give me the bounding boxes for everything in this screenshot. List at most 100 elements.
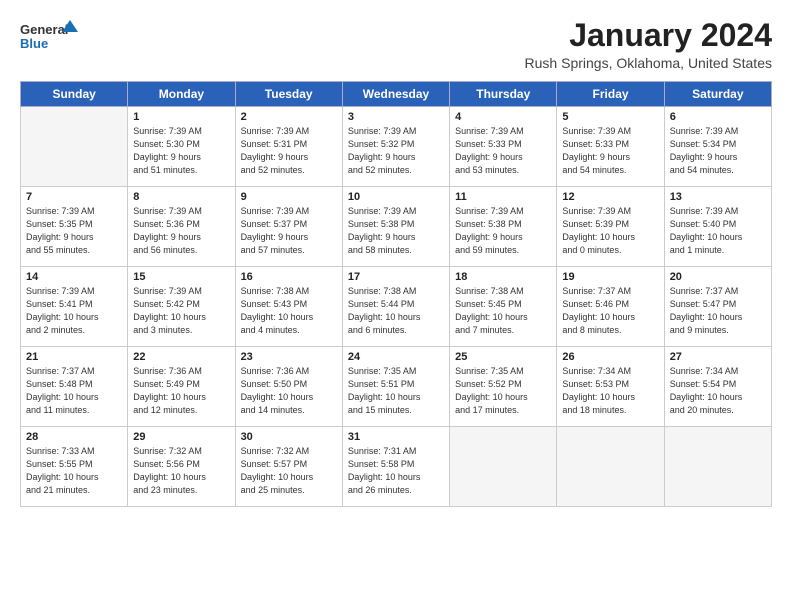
calendar-cell [664,427,771,507]
calendar-cell: 19Sunrise: 7:37 AMSunset: 5:46 PMDayligh… [557,267,664,347]
day-number: 1 [133,111,229,123]
calendar-cell: 25 Sunrise: 7:35 AMSunset: 5:52 PMDayligh… [450,347,557,427]
calendar-cell: 17Sunrise: 7:38 AMSunset: 5:44 PMDayligh… [342,267,449,347]
day-info: Sunrise: 7:32 AMSunset: 5:57 PMDaylight:… [241,445,337,497]
day-number: 17 [348,271,444,283]
calendar-cell: 16Sunrise: 7:38 AMSunset: 5:43 PMDayligh… [235,267,342,347]
day-info: Sunrise: 7:37 AMSunset: 5:48 PMDaylight:… [26,365,122,417]
day-number: 13 [670,191,766,203]
col-friday: Friday [557,82,664,107]
day-info: Sunrise: 7:35 AMSunset: 5:52 PMDaylight:… [455,365,551,417]
day-number: 5 [562,111,658,123]
day-info: Sunrise: 7:34 AMSunset: 5:54 PMDaylight:… [670,365,766,417]
calendar-cell: 4 Sunrise: 7:39 AMSunset: 5:33 PMDaylight… [450,107,557,187]
week-row-3: 14 Sunrise: 7:39 AMSunset: 5:41 PMDayligh… [21,267,772,347]
day-number: 2 [241,111,337,123]
col-sunday: Sunday [21,82,128,107]
col-saturday: Saturday [664,82,771,107]
day-info: Sunrise: 7:39 AMSunset: 5:34 PMDaylight:… [670,125,766,177]
day-number: 10 [348,191,444,203]
day-number: 29 [133,431,229,443]
day-number: 11 [455,191,551,203]
calendar-cell: 14 Sunrise: 7:39 AMSunset: 5:41 PMDayligh… [21,267,128,347]
day-info: Sunrise: 7:39 AMSunset: 5:30 PMDaylight:… [133,125,229,177]
calendar-cell: 23Sunrise: 7:36 AMSunset: 5:50 PMDayligh… [235,347,342,427]
day-info: Sunrise: 7:39 AMSunset: 5:33 PMDaylight:… [455,125,551,177]
day-info: Sunrise: 7:39 AMSunset: 5:35 PMDaylight:… [26,205,122,257]
col-thursday: Thursday [450,82,557,107]
calendar-cell [450,427,557,507]
day-info: Sunrise: 7:36 AMSunset: 5:49 PMDaylight:… [133,365,229,417]
day-info: Sunrise: 7:32 AMSunset: 5:56 PMDaylight:… [133,445,229,497]
calendar-cell [557,427,664,507]
calendar-cell: 1 Sunrise: 7:39 AMSunset: 5:30 PMDaylight… [128,107,235,187]
week-row-1: 1 Sunrise: 7:39 AMSunset: 5:30 PMDaylight… [21,107,772,187]
day-number: 8 [133,191,229,203]
calendar-cell: 2 Sunrise: 7:39 AMSunset: 5:31 PMDaylight… [235,107,342,187]
day-number: 16 [241,271,337,283]
day-info: Sunrise: 7:39 AMSunset: 5:38 PMDaylight:… [455,205,551,257]
day-info: Sunrise: 7:31 AMSunset: 5:58 PMDaylight:… [348,445,444,497]
title-block: January 2024 Rush Springs, Oklahoma, Uni… [525,18,772,71]
calendar-cell: 28 Sunrise: 7:33 AMSunset: 5:55 PMDayligh… [21,427,128,507]
calendar-cell: 5 Sunrise: 7:39 AMSunset: 5:33 PMDaylight… [557,107,664,187]
calendar-cell: 3Sunrise: 7:39 AMSunset: 5:32 PMDaylight… [342,107,449,187]
calendar-cell: 6 Sunrise: 7:39 AMSunset: 5:34 PMDaylight… [664,107,771,187]
day-number: 24 [348,351,444,363]
calendar-cell: 15Sunrise: 7:39 AMSunset: 5:42 PMDayligh… [128,267,235,347]
calendar-table: Sunday Monday Tuesday Wednesday Thursday… [20,81,772,507]
calendar-cell: 12 Sunrise: 7:39 AMSunset: 5:39 PMDayligh… [557,187,664,267]
svg-text:General: General [20,22,68,37]
week-row-4: 21 Sunrise: 7:37 AMSunset: 5:48 PMDayligh… [21,347,772,427]
day-number: 22 [133,351,229,363]
day-info: Sunrise: 7:39 AMSunset: 5:32 PMDaylight:… [348,125,444,177]
day-number: 25 [455,351,551,363]
day-info: Sunrise: 7:35 AMSunset: 5:51 PMDaylight:… [348,365,444,417]
day-info: Sunrise: 7:39 AMSunset: 5:38 PMDaylight:… [348,205,444,257]
calendar-cell: 27Sunrise: 7:34 AMSunset: 5:54 PMDayligh… [664,347,771,427]
day-info: Sunrise: 7:39 AMSunset: 5:42 PMDaylight:… [133,285,229,337]
day-number: 20 [670,271,766,283]
month-title: January 2024 [525,18,772,53]
calendar-cell: 22 Sunrise: 7:36 AMSunset: 5:49 PMDayligh… [128,347,235,427]
day-info: Sunrise: 7:39 AMSunset: 5:39 PMDaylight:… [562,205,658,257]
day-number: 18 [455,271,551,283]
calendar-cell: 29 Sunrise: 7:32 AMSunset: 5:56 PMDayligh… [128,427,235,507]
day-info: Sunrise: 7:39 AMSunset: 5:37 PMDaylight:… [241,205,337,257]
day-info: Sunrise: 7:37 AMSunset: 5:46 PMDaylight:… [562,285,658,337]
day-number: 30 [241,431,337,443]
day-number: 14 [26,271,122,283]
day-info: Sunrise: 7:34 AMSunset: 5:53 PMDaylight:… [562,365,658,417]
page: General Blue January 2024 Rush Springs, … [0,0,792,612]
logo-svg: General Blue [20,18,80,56]
calendar-cell: 13 Sunrise: 7:39 AMSunset: 5:40 PMDayligh… [664,187,771,267]
svg-text:Blue: Blue [20,36,48,51]
day-number: 4 [455,111,551,123]
day-number: 28 [26,431,122,443]
day-info: Sunrise: 7:33 AMSunset: 5:55 PMDaylight:… [26,445,122,497]
day-number: 23 [241,351,337,363]
header: General Blue January 2024 Rush Springs, … [20,18,772,71]
calendar-cell: 11 Sunrise: 7:39 AMSunset: 5:38 PMDayligh… [450,187,557,267]
day-number: 31 [348,431,444,443]
logo: General Blue [20,18,80,56]
calendar-cell: 20 Sunrise: 7:37 AMSunset: 5:47 PMDayligh… [664,267,771,347]
day-number: 7 [26,191,122,203]
day-number: 6 [670,111,766,123]
day-info: Sunrise: 7:39 AMSunset: 5:31 PMDaylight:… [241,125,337,177]
day-info: Sunrise: 7:39 AMSunset: 5:40 PMDaylight:… [670,205,766,257]
day-number: 21 [26,351,122,363]
day-number: 12 [562,191,658,203]
col-wednesday: Wednesday [342,82,449,107]
calendar-cell: 9Sunrise: 7:39 AMSunset: 5:37 PMDaylight… [235,187,342,267]
calendar-cell: 8Sunrise: 7:39 AMSunset: 5:36 PMDaylight… [128,187,235,267]
day-number: 26 [562,351,658,363]
calendar-cell: 18Sunrise: 7:38 AMSunset: 5:45 PMDayligh… [450,267,557,347]
day-info: Sunrise: 7:39 AMSunset: 5:33 PMDaylight:… [562,125,658,177]
day-info: Sunrise: 7:39 AMSunset: 5:41 PMDaylight:… [26,285,122,337]
calendar-cell [21,107,128,187]
calendar-cell: 21 Sunrise: 7:37 AMSunset: 5:48 PMDayligh… [21,347,128,427]
day-info: Sunrise: 7:37 AMSunset: 5:47 PMDaylight:… [670,285,766,337]
location: Rush Springs, Oklahoma, United States [525,55,772,71]
week-row-5: 28 Sunrise: 7:33 AMSunset: 5:55 PMDayligh… [21,427,772,507]
